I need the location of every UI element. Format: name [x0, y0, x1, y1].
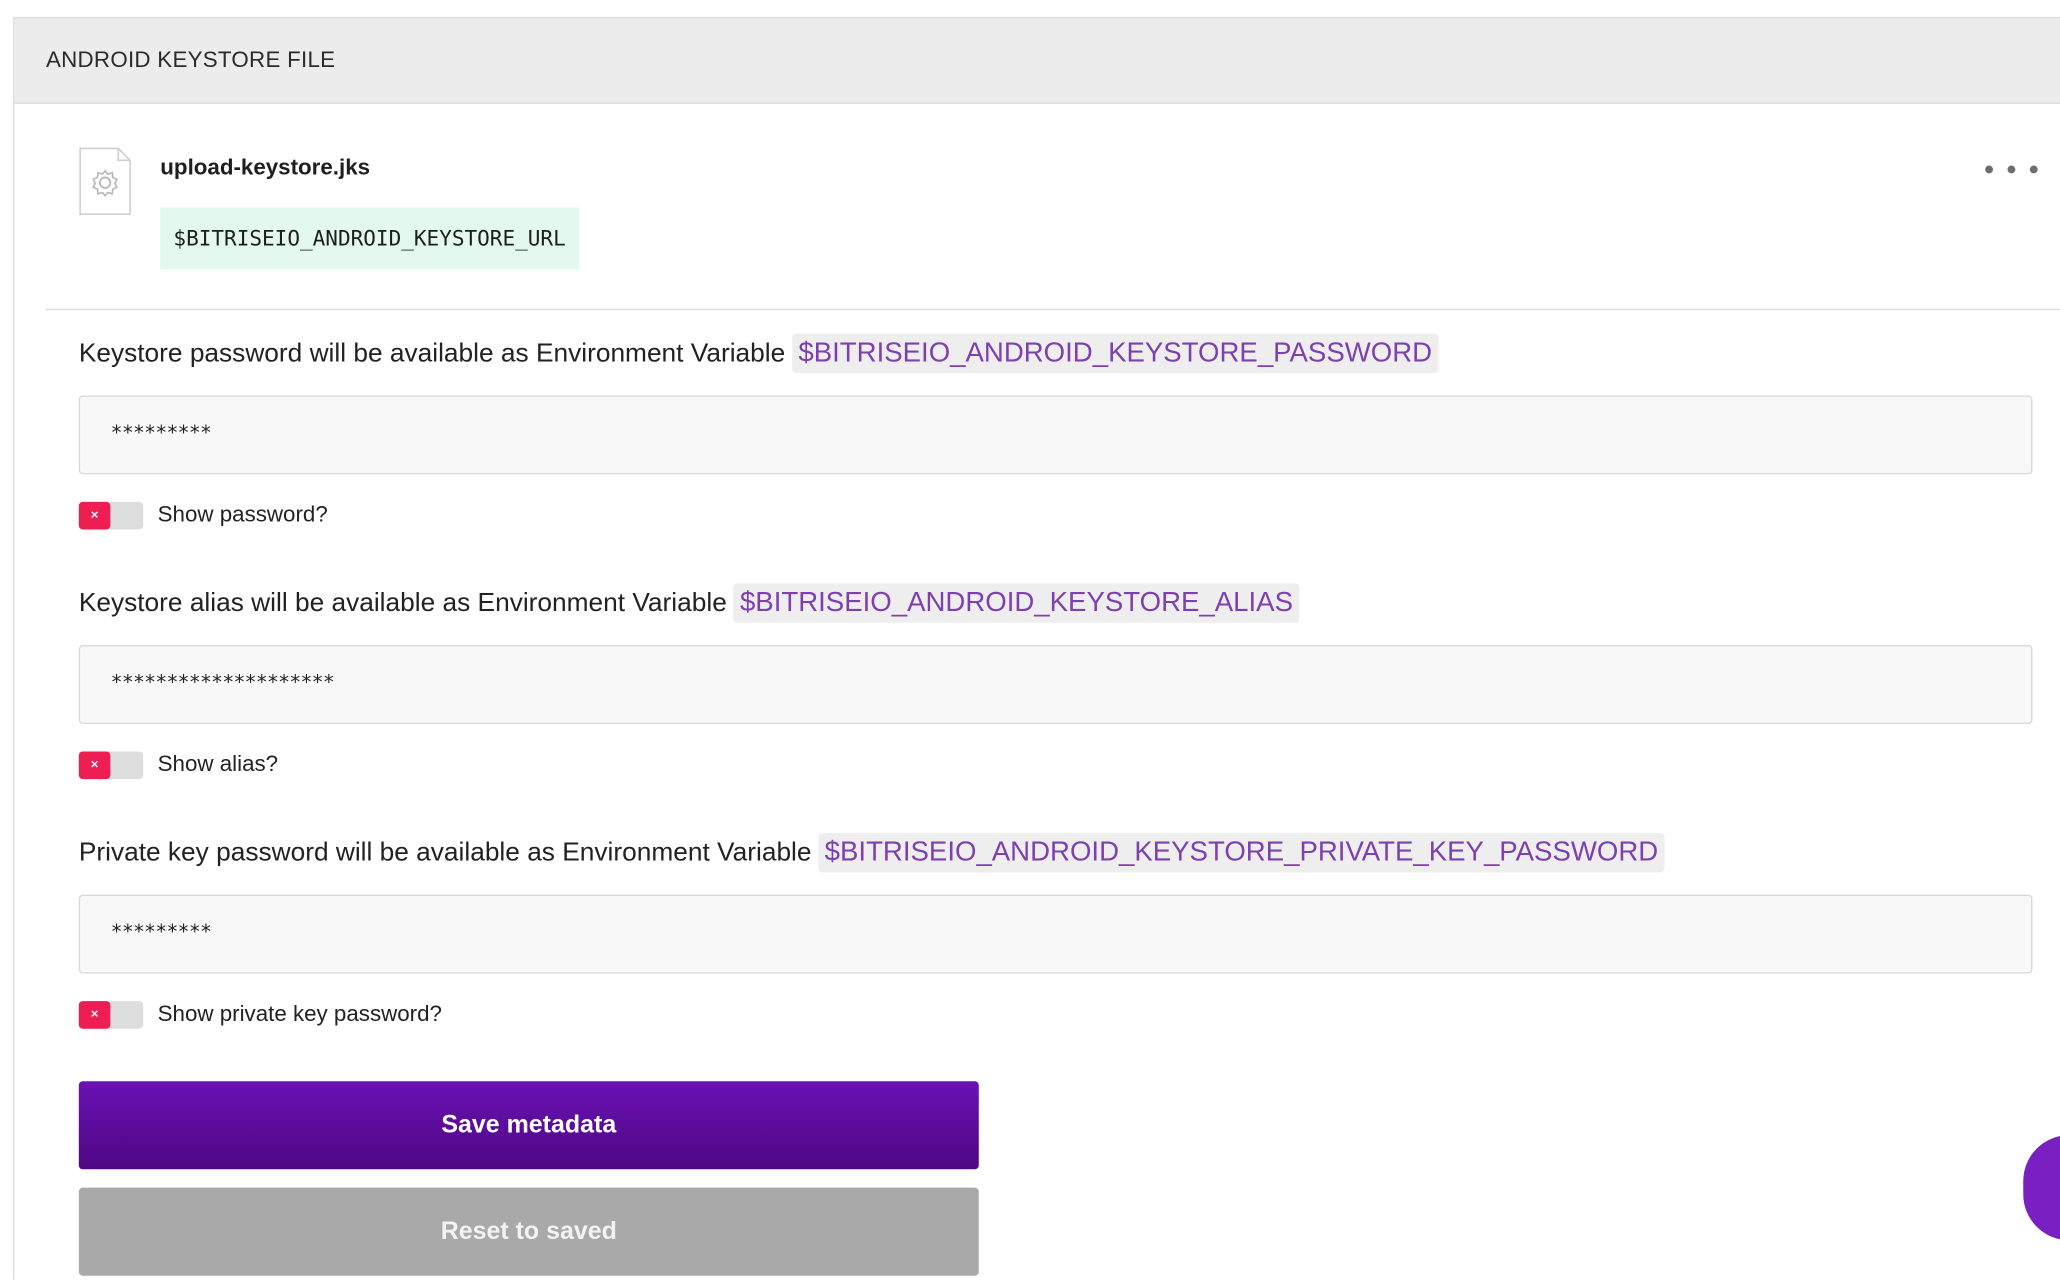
private-key-password-label: Private key password will be available a… — [78, 837, 812, 867]
file-name: upload-keystore.jks — [160, 155, 371, 180]
reset-to-saved-button[interactable]: Reset to saved — [78, 1187, 979, 1276]
more-horizontal-icon — [1985, 165, 1994, 174]
private-key-password-label-row: Private key password will be available a… — [79, 829, 2033, 876]
keystore-file-row: upload-keystore.jks $BITRISEIO_ANDROID_K… — [45, 104, 2060, 311]
toggle-off-icon: × — [78, 501, 111, 529]
private-key-password-section: Private key password will be available a… — [78, 829, 2033, 1029]
show-password-label: Show password? — [157, 501, 328, 527]
show-alias-toggle[interactable]: × — [78, 750, 144, 779]
show-password-row: × Show password? — [78, 501, 2033, 530]
panel-title: ANDROID KEYSTORE FILE — [14, 18, 2060, 104]
save-metadata-button[interactable]: Save metadata — [78, 1081, 979, 1170]
keystore-password-section: Keystore password will be available as E… — [78, 330, 2033, 530]
show-private-key-password-label: Show private key password? — [157, 1001, 442, 1027]
private-key-password-input[interactable]: ********* — [78, 894, 2033, 974]
toggle-off-icon: × — [78, 1000, 111, 1029]
keystore-password-input[interactable]: ********* — [78, 395, 2033, 475]
toggle-off-icon: × — [78, 750, 111, 779]
keystore-alias-input[interactable]: ******************** — [78, 645, 2033, 724]
show-alias-row: × Show alias? — [78, 750, 2033, 779]
show-alias-label: Show alias? — [157, 751, 279, 777]
android-keystore-panel: ANDROID KEYSTORE FILE upload-keystore.jk… — [13, 17, 2060, 1280]
keystore-password-env-var: $BITRISEIO_ANDROID_KEYSTORE_PASSWORD — [791, 333, 1439, 374]
show-private-key-password-row: × Show private key password? — [78, 1000, 2033, 1029]
show-private-key-password-toggle[interactable]: × — [78, 1000, 144, 1029]
more-horizontal-icon — [2029, 165, 2038, 174]
more-options-button[interactable] — [1985, 156, 2038, 182]
show-password-toggle[interactable]: × — [78, 501, 144, 529]
keystore-alias-env-var: $BITRISEIO_ANDROID_KEYSTORE_ALIAS — [733, 583, 1300, 623]
keystore-alias-label-row: Keystore alias will be available as Envi… — [79, 579, 2033, 626]
more-horizontal-icon — [2007, 165, 2016, 174]
file-gear-icon — [79, 147, 132, 215]
keystore-alias-label: Keystore alias will be available as Envi… — [78, 587, 727, 617]
private-key-password-env-var: $BITRISEIO_ANDROID_KEYSTORE_PRIVATE_KEY_… — [818, 832, 1665, 873]
file-env-variable: $BITRISEIO_ANDROID_KEYSTORE_URL — [160, 207, 579, 270]
keystore-alias-section: Keystore alias will be available as Envi… — [78, 579, 2033, 779]
keystore-password-label-row: Keystore password will be available as E… — [79, 330, 2033, 377]
keystore-password-label: Keystore password will be available as E… — [78, 338, 786, 368]
